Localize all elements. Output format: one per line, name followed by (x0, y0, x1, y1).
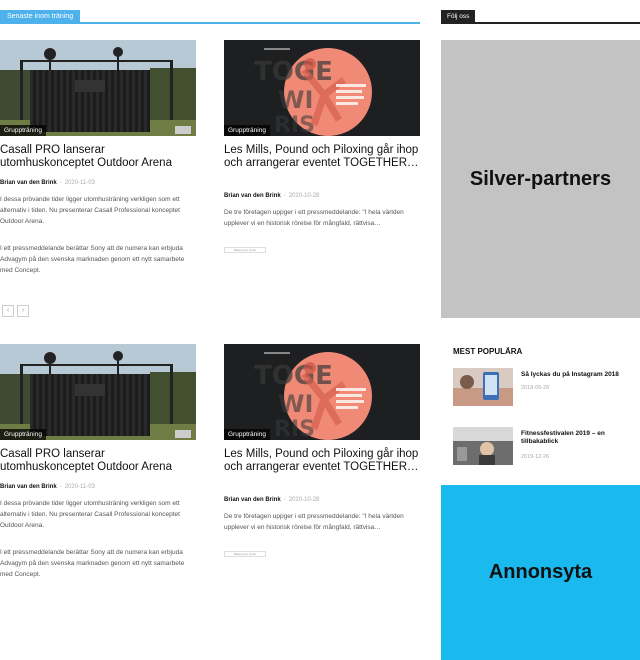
article-excerpt: I dessa prövande tider ligger utomhusträ… (0, 196, 180, 225)
article-card: Gruppträning Casall PRO lanserar utomhus… (0, 40, 196, 310)
popular-item[interactable]: Fitnessfestivalen 2019 – en tillbakablic… (453, 427, 640, 469)
article-author[interactable]: Brian van den Brink (224, 497, 281, 503)
article-thumbnail[interactable]: Gruppträning (0, 40, 196, 136)
popular-heading: MEST POPULÄRA (453, 347, 523, 356)
category-badge[interactable]: Gruppträning (224, 125, 270, 136)
article-excerpt: I dessa prövande tider ligger utomhusträ… (0, 500, 180, 529)
article-card: Gruppträning Casall PRO lanserar utomhus… (0, 344, 196, 614)
article-excerpt-second: I ett pressmeddelande berättar Sony att … (0, 245, 185, 274)
article-title[interactable]: Les Mills, Pound och Piloxing går ihop o… (224, 448, 420, 474)
ad-label: Annonsyta (488, 561, 593, 583)
popular-item[interactable]: Så lyckas du på Instagram 2018 2018-09-2… (453, 368, 640, 410)
silver-partners-box[interactable]: Silver-partners (441, 40, 640, 318)
popular-item-title[interactable]: Fitnessfestivalen 2019 – en tillbakablic… (521, 430, 640, 446)
section-header: Senaste inom träning (0, 10, 420, 24)
article-date: 2020-10-28 (288, 193, 320, 199)
section-tab-latest[interactable]: Senaste inom träning (0, 10, 81, 24)
article-meta: Brian van den Brink -2020-10-28 (224, 193, 320, 199)
article-thumbnail[interactable]: Gruppträning (224, 344, 420, 440)
article-author[interactable]: Brian van den Brink (224, 193, 281, 199)
article-thumbnail[interactable]: Gruppträning (0, 344, 196, 440)
pagination: ‹ › (2, 305, 29, 317)
article-date: 2020-10-28 (288, 497, 320, 503)
article-meta: Brian van den Brink -2020-11-03 (0, 484, 95, 490)
article-card: Gruppträning Les Mills, Pound och Piloxi… (224, 40, 420, 310)
article-title[interactable]: Casall PRO lanserar utomhuskonceptet Out… (0, 144, 196, 170)
category-badge[interactable]: Gruppträning (0, 125, 46, 136)
ad-space[interactable]: Annonsyta (441, 485, 640, 660)
popular-item-title[interactable]: Så lyckas du på Instagram 2018 (521, 371, 640, 379)
read-more-button[interactable]: Make your move (224, 551, 266, 557)
article-meta: Brian van den Brink -2020-11-03 (0, 180, 95, 186)
article-excerpt: De tre företagen uppger i ett pressmedde… (224, 209, 404, 227)
article-excerpt: De tre företagen uppger i ett pressmedde… (224, 513, 404, 531)
popular-item-date: 2018-09-28 (521, 385, 550, 391)
follow-label: Följ oss (441, 10, 476, 24)
article-card: Gruppträning Les Mills, Pound och Piloxi… (224, 344, 420, 614)
chevron-left-icon[interactable]: ‹ (2, 305, 14, 317)
chevron-right-icon[interactable]: › (17, 305, 29, 317)
popular-item-date: 2019-12-26 (521, 454, 550, 460)
article-thumbnail[interactable]: Gruppträning (224, 40, 420, 136)
popular-thumbnail[interactable] (453, 427, 513, 465)
category-badge[interactable]: Gruppträning (0, 429, 46, 440)
silver-partners-label: Silver-partners (469, 168, 612, 190)
follow-header: Följ oss (441, 10, 640, 24)
article-author[interactable]: Brian van den Brink (0, 180, 57, 186)
read-more-button[interactable]: Make your move (224, 247, 266, 253)
article-excerpt-second: I ett pressmeddelande berättar Sony att … (0, 549, 185, 578)
article-title[interactable]: Casall PRO lanserar utomhuskonceptet Out… (0, 448, 196, 474)
article-date: 2020-11-03 (64, 180, 95, 186)
category-badge[interactable]: Gruppträning (224, 429, 270, 440)
article-title[interactable]: Les Mills, Pound och Piloxing går ihop o… (224, 144, 420, 170)
popular-thumbnail[interactable] (453, 368, 513, 406)
article-author[interactable]: Brian van den Brink (0, 484, 57, 490)
article-meta: Brian van den Brink -2020-10-28 (224, 497, 320, 503)
article-date: 2020-11-03 (64, 484, 95, 490)
